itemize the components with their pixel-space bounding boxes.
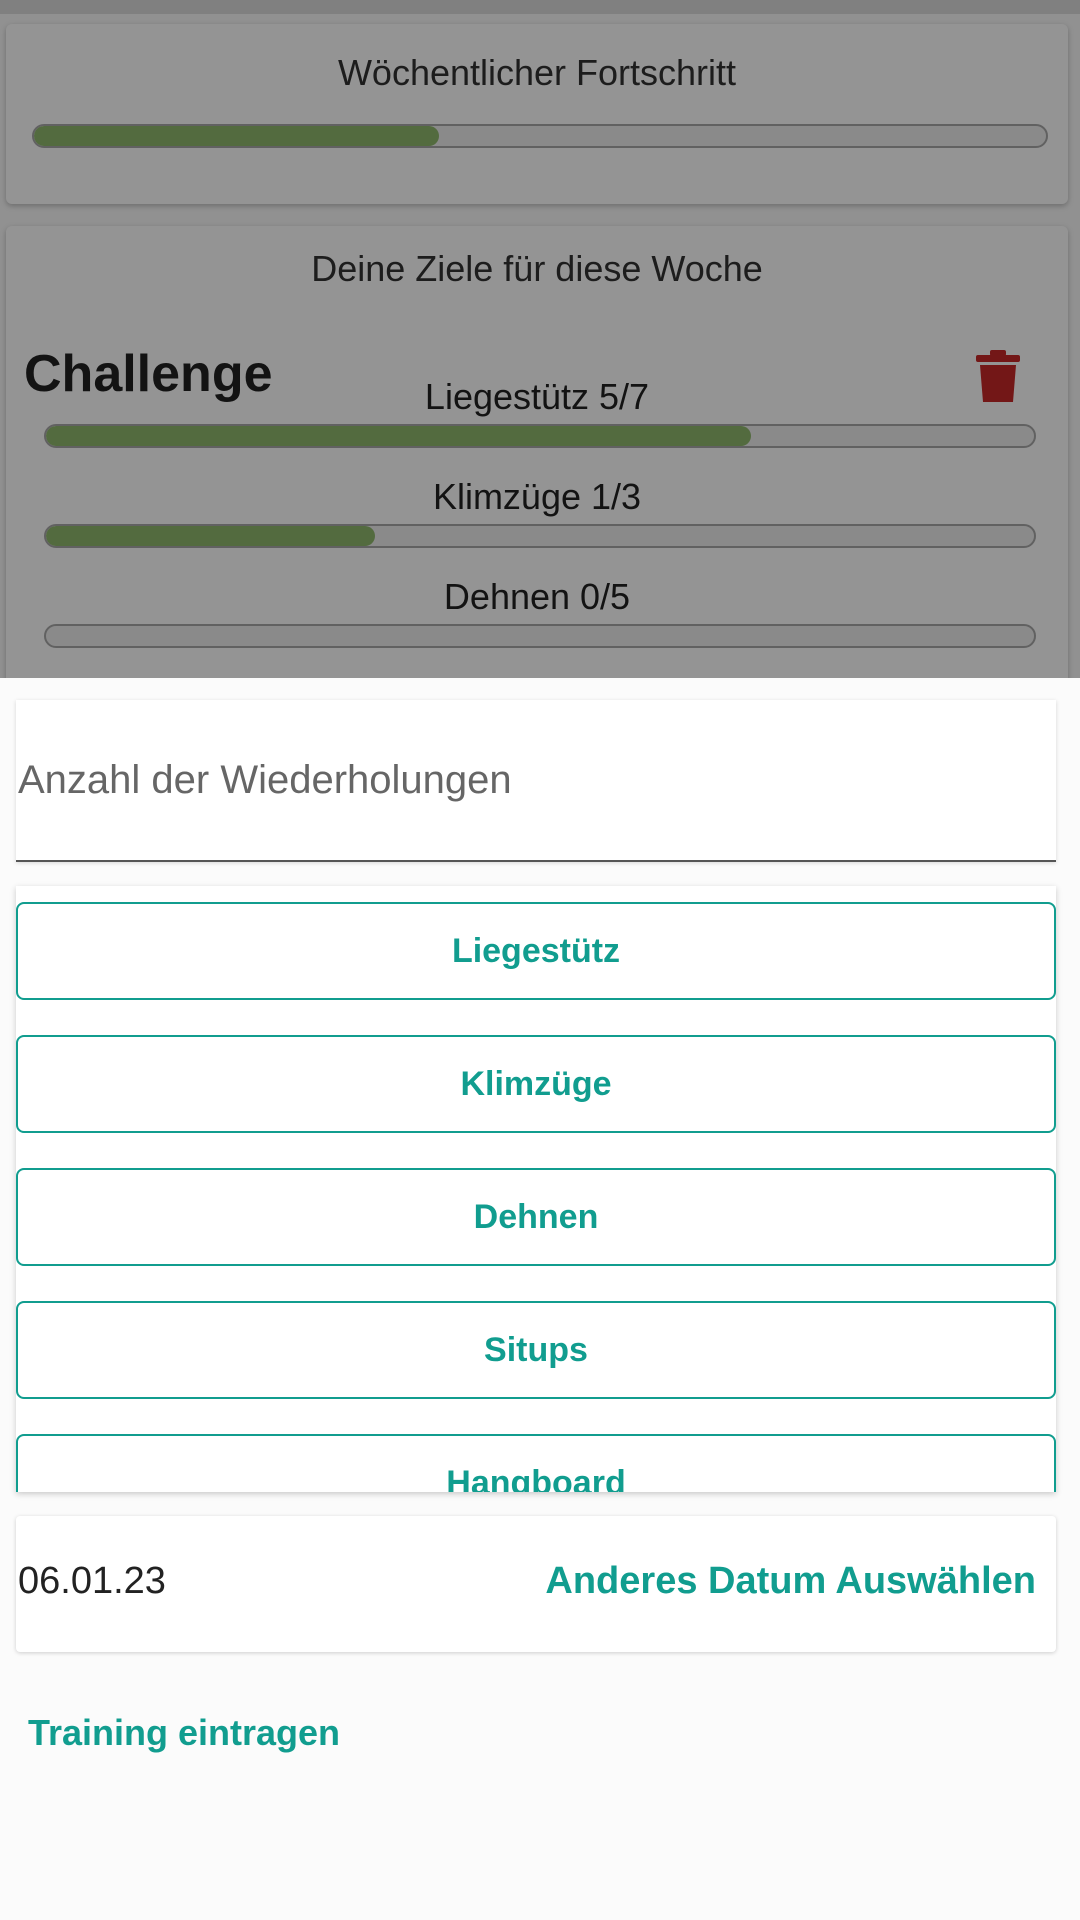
change-date-button[interactable]: Anderes Datum Auswählen — [545, 1560, 1036, 1603]
exercise-button-dehnen[interactable]: Dehnen — [16, 1168, 1056, 1266]
date-row: 06.01.23 Anderes Datum Auswählen — [16, 1516, 1056, 1652]
exercise-button-situps[interactable]: Situps — [16, 1301, 1056, 1399]
exercise-list[interactable]: Liegestütz Klimzüge Dehnen Situps Hangbo… — [16, 886, 1056, 1492]
background-screen: Wöchentlicher Fortschritt Deine Ziele fü… — [0, 0, 1080, 678]
reps-field-container — [16, 700, 1056, 862]
reps-input[interactable] — [16, 700, 1056, 860]
exercise-button-hangboard[interactable]: Hangboard — [16, 1434, 1056, 1492]
add-training-sheet: Liegestütz Klimzüge Dehnen Situps Hangbo… — [0, 678, 1080, 1920]
modal-scrim[interactable] — [0, 0, 1080, 678]
exercise-button-liegestuetz[interactable]: Liegestütz — [16, 902, 1056, 1000]
selected-date: 06.01.23 — [18, 1560, 166, 1602]
submit-training-button[interactable]: Training eintragen — [28, 1712, 340, 1754]
exercise-button-klimzuege[interactable]: Klimzüge — [16, 1035, 1056, 1133]
